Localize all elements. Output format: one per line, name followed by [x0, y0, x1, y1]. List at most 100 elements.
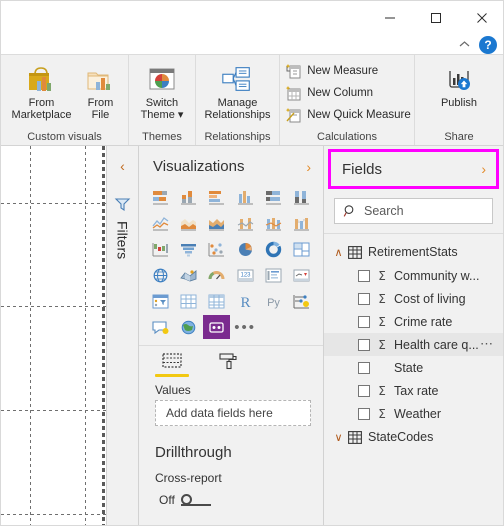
key-influencers-icon[interactable]	[288, 289, 315, 313]
waterfall-chart-icon[interactable]	[147, 237, 174, 261]
chevron-down-icon[interactable]: ∨	[331, 431, 346, 444]
cross-report-toggle[interactable]	[180, 493, 211, 506]
field-row-community-wellbeing[interactable]: Σ Community w...	[324, 264, 503, 287]
fields-scrollbar[interactable]	[499, 146, 503, 525]
gauge-icon[interactable]	[203, 263, 230, 287]
stacked-bar-chart-icon[interactable]	[147, 185, 174, 209]
field-checkbox[interactable]	[358, 384, 370, 397]
fields-title: Fields	[342, 160, 383, 178]
marketplace-bag-icon	[24, 61, 58, 95]
field-row-state[interactable]: Σ State	[324, 356, 503, 379]
ribbon-group-calculations: New Measure New Column New Quick Measure…	[280, 55, 415, 145]
maximize-button[interactable]	[413, 1, 459, 35]
visualizations-title: Visualizations	[153, 158, 245, 175]
publish-label: Publish	[440, 97, 478, 109]
field-row-weather[interactable]: Σ Weather	[324, 402, 503, 425]
line-chart-icon[interactable]	[147, 211, 174, 235]
clustered-bar-chart-icon[interactable]	[203, 185, 230, 209]
measure-sigma-icon: Σ	[378, 291, 386, 306]
new-column-button[interactable]: New Column	[278, 82, 378, 104]
field-checkbox[interactable]	[358, 338, 370, 351]
collapse-fields-chevron-icon[interactable]: ›	[481, 161, 486, 177]
from-file-button[interactable]: From File	[77, 58, 123, 121]
more-visuals-button[interactable]: •••	[231, 315, 258, 339]
clustered-column-chart-icon[interactable]	[231, 185, 258, 209]
gallery-empty-cell	[260, 315, 287, 339]
collapse-visualizations-chevron-icon[interactable]: ›	[306, 159, 311, 175]
table-icon	[348, 430, 362, 444]
report-canvas[interactable]	[1, 146, 106, 525]
paginated-report-icon[interactable]	[203, 315, 231, 339]
workspace: ‹ Filters Visualizations › 123 R Py ••• …	[1, 146, 503, 525]
cross-report-label: Cross-report	[155, 471, 222, 485]
stacked-area-chart-icon[interactable]	[203, 211, 230, 235]
ribbon-group-label-custom-visuals: Custom visuals	[27, 131, 102, 143]
ribbon-chart-icon[interactable]	[288, 211, 315, 235]
field-context-menu-icon[interactable]: ⋯	[480, 336, 494, 352]
field-row-crime-rate[interactable]: Σ Crime rate	[324, 310, 503, 333]
map-icon[interactable]	[147, 263, 174, 287]
card-icon[interactable]: 123	[231, 263, 258, 287]
hundred-percent-stacked-column-icon[interactable]	[288, 185, 315, 209]
values-bucket-label: Values	[155, 383, 191, 397]
slicer-icon[interactable]	[147, 289, 174, 313]
field-checkbox[interactable]	[358, 292, 370, 305]
fields-search-box[interactable]: Search	[334, 198, 493, 224]
new-quick-measure-button[interactable]: New Quick Measure	[278, 104, 416, 126]
new-measure-label: New Measure	[307, 65, 379, 77]
field-checkbox[interactable]	[358, 361, 370, 374]
filters-pane-title: Filters	[114, 221, 131, 260]
multi-row-card-icon[interactable]	[260, 263, 287, 287]
qna-visual-icon[interactable]	[147, 315, 174, 339]
publish-button[interactable]: Publish	[435, 58, 483, 109]
matrix-icon[interactable]	[203, 289, 230, 313]
table-icon[interactable]	[175, 289, 202, 313]
new-measure-button[interactable]: New Measure	[278, 60, 383, 82]
field-row-tax-rate[interactable]: Σ Tax rate	[324, 379, 503, 402]
from-marketplace-button[interactable]: From Marketplace	[6, 58, 78, 121]
minimize-button[interactable]	[367, 1, 413, 35]
field-checkbox[interactable]	[358, 407, 370, 420]
visualizations-pane-header: Visualizations ›	[139, 146, 323, 185]
collapse-ribbon-button[interactable]	[453, 36, 475, 54]
expand-filters-chevron-icon[interactable]: ‹	[120, 158, 125, 174]
stacked-column-chart-icon[interactable]	[175, 185, 202, 209]
close-button[interactable]	[459, 1, 503, 35]
fields-table-statecodes[interactable]: ∨ StateCodes	[324, 425, 503, 449]
treemap-icon[interactable]	[288, 237, 315, 261]
switch-theme-label: Switch Theme ▾	[140, 97, 184, 121]
switch-theme-icon	[145, 61, 179, 95]
manage-relationships-button[interactable]: Manage Relationships	[198, 58, 276, 121]
area-chart-icon[interactable]	[175, 211, 202, 235]
pie-chart-icon[interactable]	[231, 237, 258, 261]
filter-funnel-icon	[114, 196, 132, 217]
arcgis-map-icon[interactable]	[175, 315, 202, 339]
svg-text:123: 123	[240, 272, 251, 278]
help-button[interactable]: ?	[479, 35, 497, 54]
fields-search-input[interactable]: Search	[364, 204, 404, 218]
field-checkbox[interactable]	[358, 315, 370, 328]
funnel-chart-icon[interactable]	[175, 237, 202, 261]
cross-report-toggle-row[interactable]: Off	[139, 485, 323, 507]
kpi-icon[interactable]	[288, 263, 315, 287]
filled-map-icon[interactable]	[175, 263, 202, 287]
line-stacked-column-chart-icon[interactable]	[231, 211, 258, 235]
fields-table-retirementstats[interactable]: ∧ RetirementStats	[324, 240, 503, 264]
python-visual-icon[interactable]: Py	[260, 289, 287, 313]
r-script-visual-icon[interactable]: R	[231, 289, 258, 313]
field-checkbox[interactable]	[358, 269, 370, 282]
scatter-chart-icon[interactable]	[203, 237, 230, 261]
hundred-percent-stacked-bar-icon[interactable]	[260, 185, 287, 209]
field-row-health-care-quality[interactable]: Σ Health care q... ⋯	[324, 333, 503, 356]
values-dropzone[interactable]: Add data fields here	[155, 400, 311, 426]
values-dropzone-placeholder: Add data fields here	[166, 406, 273, 420]
format-tab[interactable]	[211, 352, 245, 377]
chevron-up-icon[interactable]: ∧	[331, 246, 346, 259]
filters-pane-collapsed[interactable]: ‹ Filters	[106, 146, 139, 525]
fields-bucket-tab[interactable]	[155, 352, 189, 377]
field-row-cost-of-living[interactable]: Σ Cost of living	[324, 287, 503, 310]
donut-chart-icon[interactable]	[260, 237, 287, 261]
line-clustered-column-chart-icon[interactable]	[260, 211, 287, 235]
switch-theme-button[interactable]: Switch Theme ▾	[135, 58, 190, 121]
ribbon-group-label-calculations: Calculations	[317, 131, 377, 143]
